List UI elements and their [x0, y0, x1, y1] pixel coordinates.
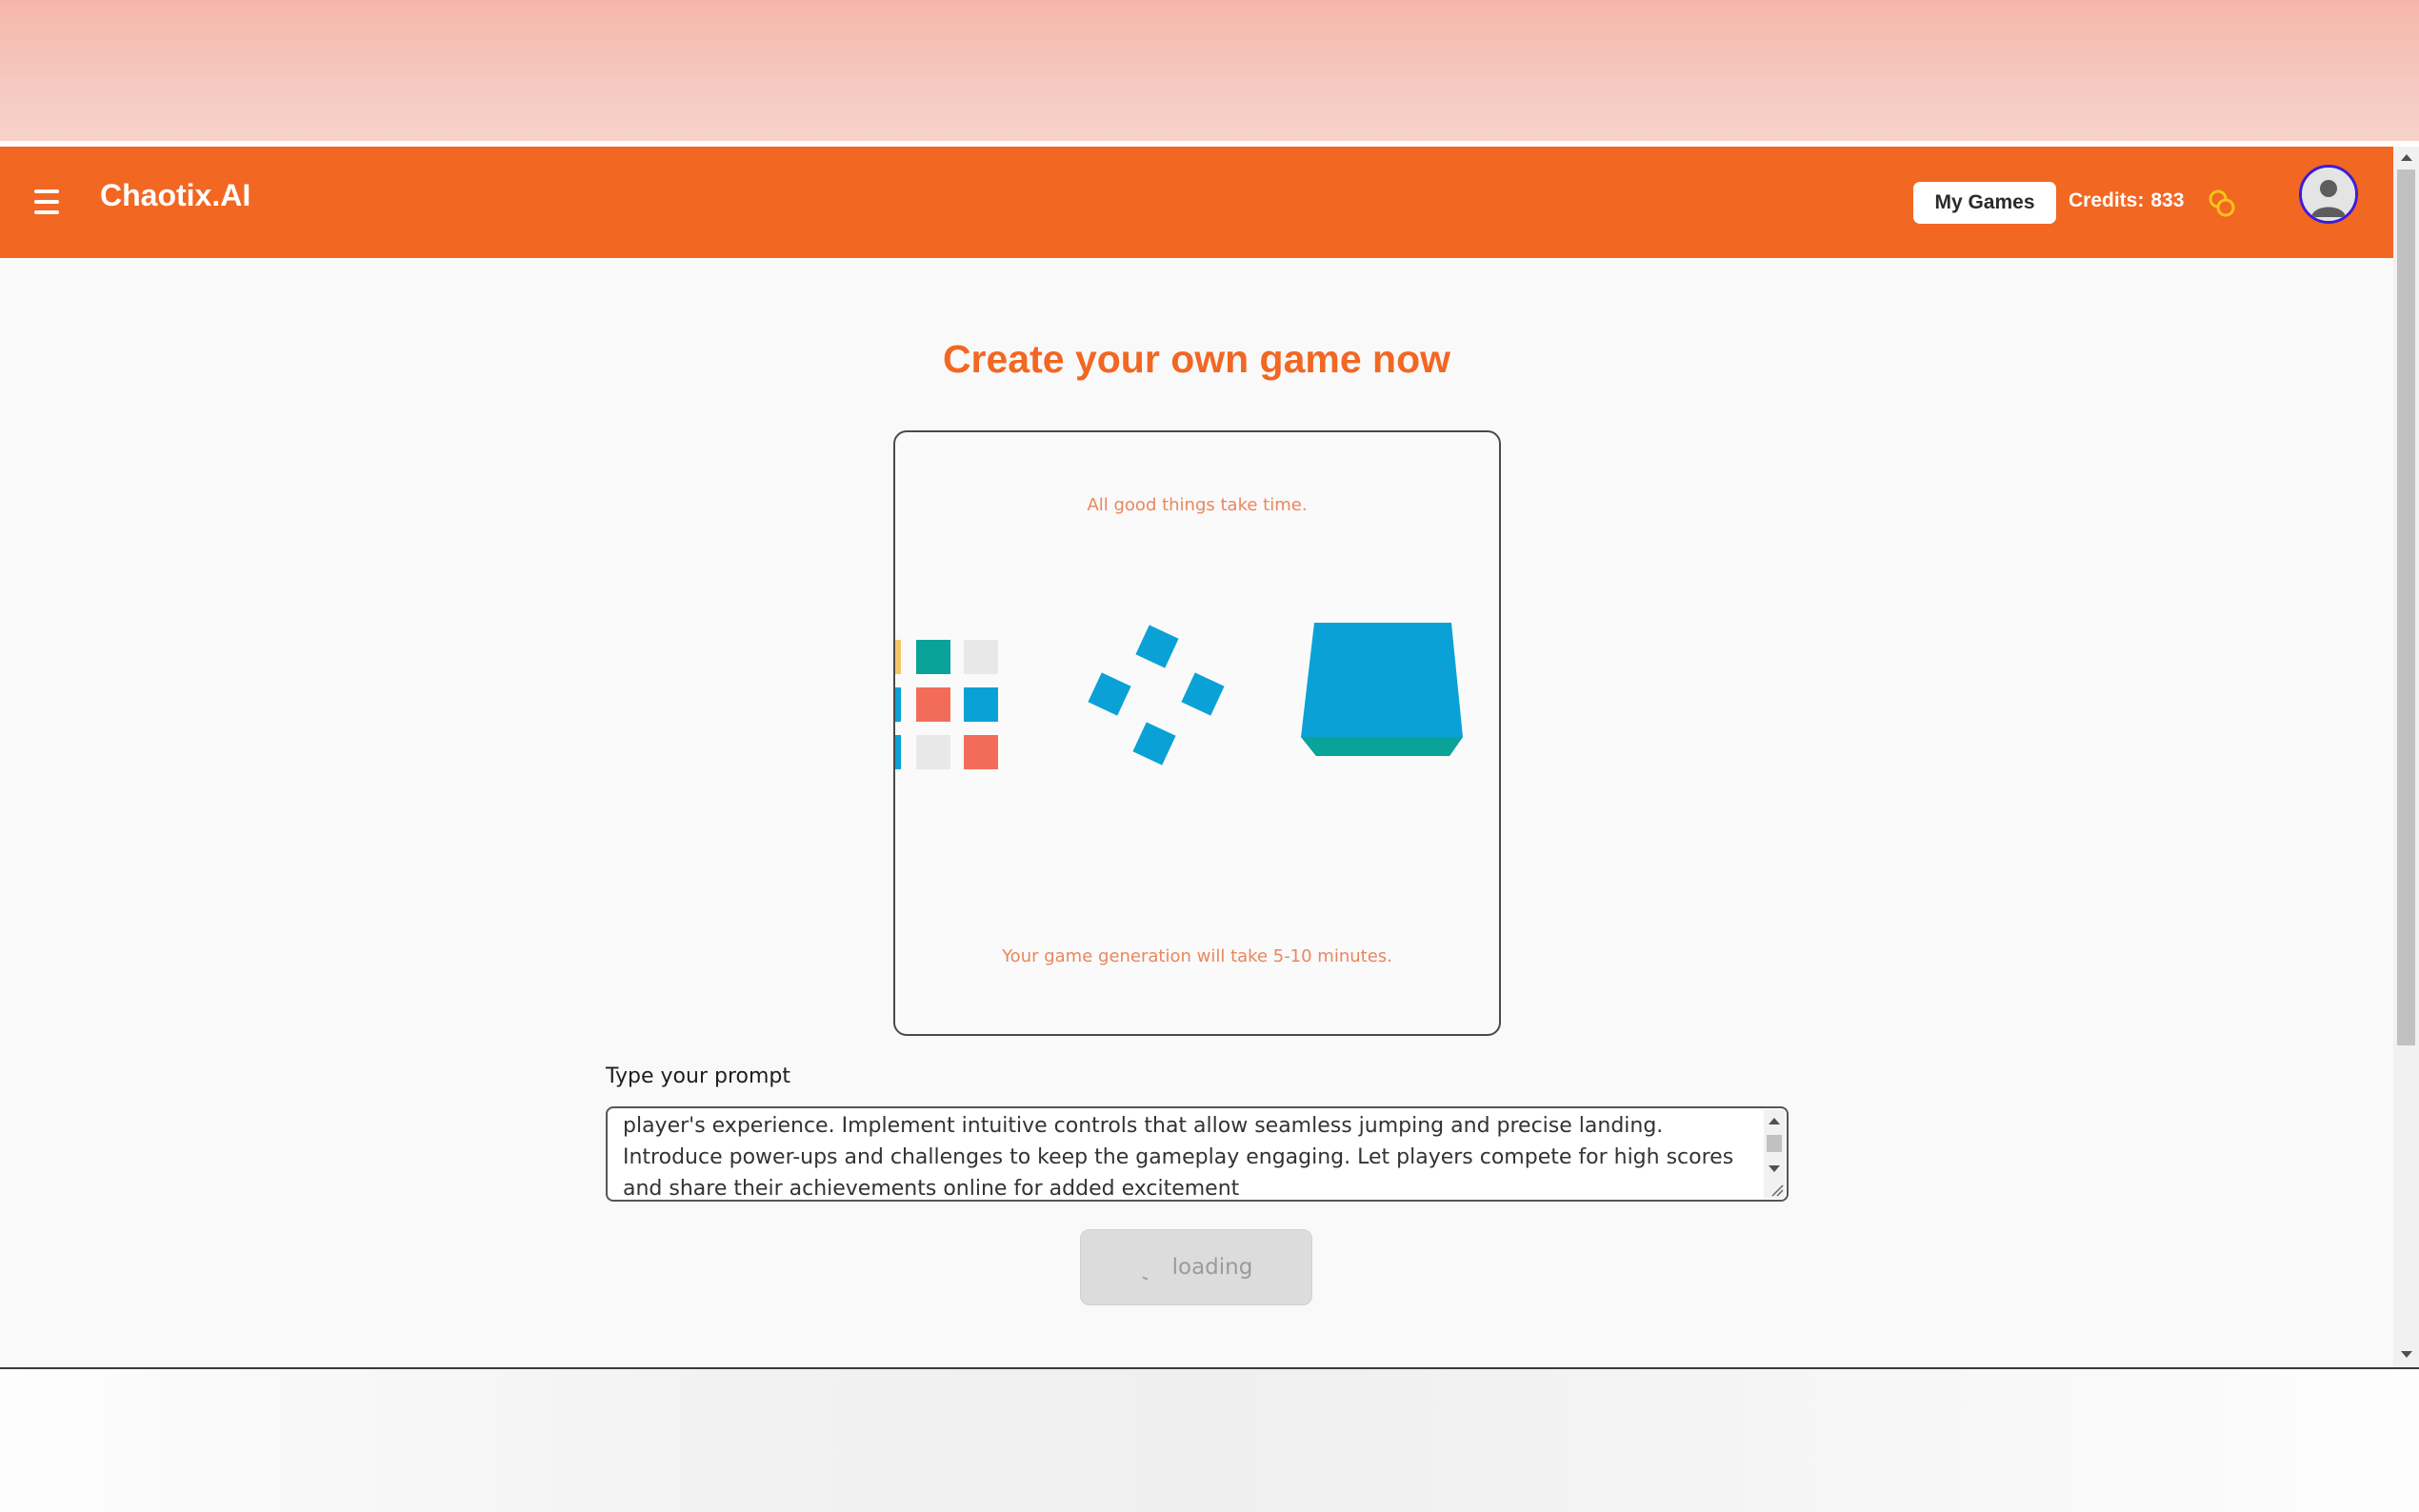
my-games-button[interactable]: My Games — [1913, 182, 2056, 224]
loading-animation-illustration — [895, 623, 1463, 769]
page-scroll-thumb[interactable] — [2397, 169, 2415, 1045]
generate-button-label: loading — [1171, 1255, 1253, 1280]
cube-icon — [1301, 623, 1463, 756]
page-scrollbar[interactable] — [2393, 147, 2419, 1368]
bottom-background — [0, 1369, 2419, 1512]
prompt-textarea[interactable]: player's experience. Implement intuitive… — [606, 1106, 1789, 1202]
page-scroll-up-icon[interactable] — [2401, 154, 2412, 161]
prompt-label: Type your prompt — [606, 1064, 790, 1088]
resize-grip-icon[interactable] — [1770, 1184, 1784, 1197]
scroll-down-icon[interactable] — [1769, 1165, 1780, 1172]
scroll-up-icon[interactable] — [1769, 1118, 1780, 1124]
loader-bottom-text: Your game generation will take 5-10 minu… — [1002, 946, 1392, 966]
loading-animation-card: All good things take time. Your game gen… — [893, 430, 1501, 1036]
spinner-icon — [1141, 1276, 1148, 1280]
top-navbar: Chaotix.AI My Games Credits: 833 — [0, 147, 2393, 258]
coins-icon — [2209, 189, 2235, 217]
credits-display: Credits: 833 — [2069, 189, 2184, 212]
brand-logo-text[interactable]: Chaotix.AI — [100, 178, 250, 213]
generate-button[interactable]: loading — [1080, 1229, 1312, 1305]
spinning-diamonds-icon — [1088, 625, 1225, 766]
page-scroll-down-icon[interactable] — [2401, 1351, 2412, 1358]
hamburger-menu-icon[interactable] — [34, 183, 67, 221]
user-avatar-icon[interactable] — [2299, 165, 2358, 224]
credits-label: Credits: — [2069, 189, 2145, 211]
tile-grid-icon — [895, 640, 998, 769]
loader-top-text: All good things take time. — [1087, 495, 1308, 515]
scroll-thumb[interactable] — [1767, 1135, 1782, 1152]
credits-value: 833 — [2150, 189, 2185, 211]
top-banner — [0, 0, 2419, 141]
app-viewport: Chaotix.AI My Games Credits: 833 Create … — [0, 147, 2419, 1368]
prompt-text[interactable]: player's experience. Implement intuitive… — [623, 1110, 1756, 1200]
page-title: Create your own game now — [942, 337, 1451, 381]
